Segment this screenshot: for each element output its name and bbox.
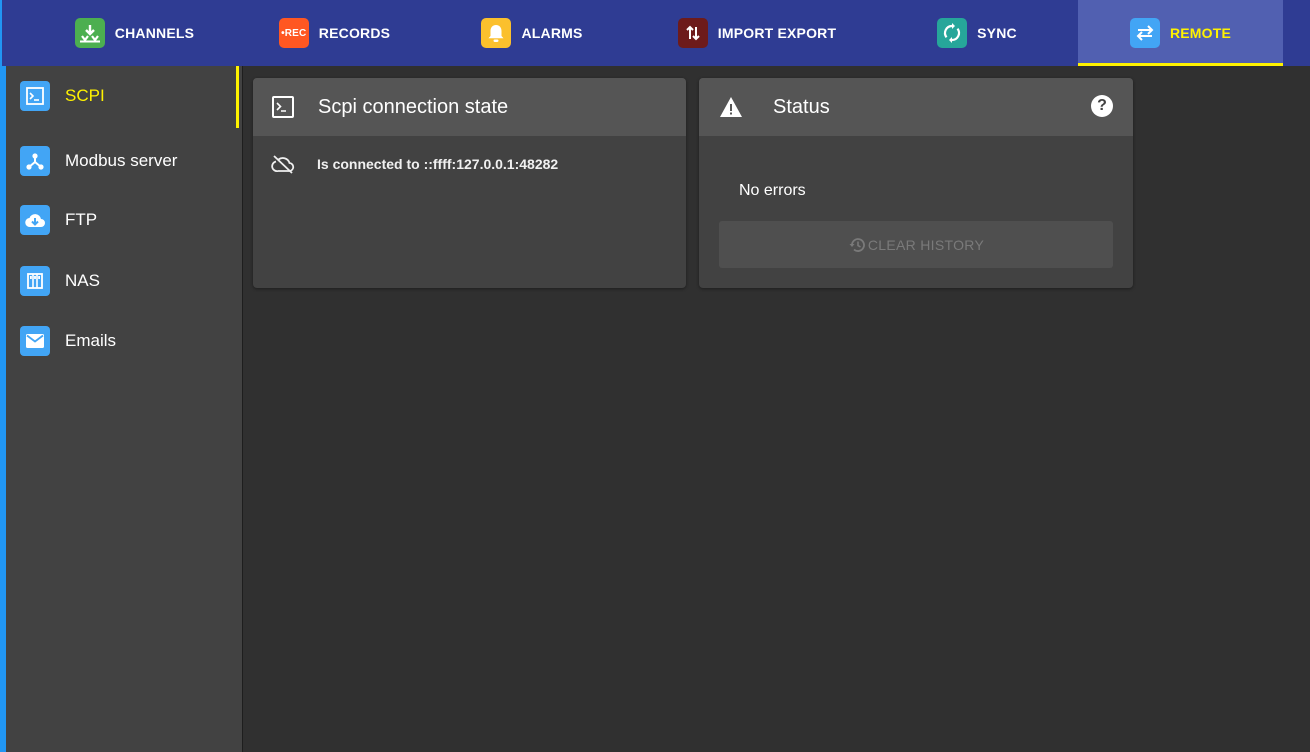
card-title: Status — [773, 95, 830, 118]
sidebar-item-label: SCPI — [65, 86, 105, 105]
sidebar-item-modbus-server[interactable]: Modbus server — [20, 139, 230, 183]
channels-icon — [74, 18, 105, 48]
nas-icon — [20, 266, 50, 296]
cloud-download-icon — [20, 205, 50, 235]
tab-alarms[interactable]: ALARMS — [432, 0, 632, 66]
cloud-off-icon — [271, 154, 295, 174]
clear-history-label: CLEAR HISTORY — [867, 236, 985, 253]
mail-icon — [20, 326, 50, 356]
card-title: Scpi connection state — [318, 95, 509, 118]
tab-channels[interactable]: CHANNELS — [32, 0, 237, 66]
sidebar: SCPI Modbus server FTP NAS Emails — [0, 66, 243, 752]
sidebar-item-label: Modbus server — [65, 151, 178, 170]
history-icon — [848, 236, 866, 254]
tab-label: SYNC — [977, 25, 1017, 41]
tab-label: REMOTE — [1169, 25, 1232, 41]
tab-label: ALARMS — [521, 25, 583, 41]
remote-arrows-icon — [1129, 18, 1160, 48]
active-indicator — [236, 66, 239, 128]
help-icon[interactable]: ? — [1091, 95, 1113, 117]
sidebar-item-label: Emails — [65, 331, 117, 350]
scpi-connection-card: Scpi connection state Is connected to ::… — [253, 78, 686, 288]
clear-history-button[interactable]: CLEAR HISTORY — [719, 221, 1113, 268]
bell-icon — [481, 18, 512, 48]
tab-label: IMPORT EXPORT — [717, 25, 837, 41]
sidebar-item-scpi[interactable]: SCPI — [20, 74, 230, 118]
network-icon — [20, 146, 50, 176]
connection-status: Is connected to ::ffff:127.0.0.1:48282 — [271, 154, 558, 174]
tab-label: CHANNELS — [114, 25, 195, 41]
sidebar-item-nas[interactable]: NAS — [20, 259, 230, 303]
tab-label: RECORDS — [318, 25, 391, 41]
sync-icon — [937, 18, 968, 48]
terminal-icon — [272, 96, 294, 118]
terminal-icon — [20, 81, 50, 111]
tab-remote[interactable]: REMOTE — [1078, 0, 1283, 66]
tab-sync[interactable]: SYNC — [902, 0, 1052, 66]
sidebar-item-label: FTP — [65, 210, 98, 229]
rec-icon: •REC — [278, 18, 309, 48]
sidebar-item-ftp[interactable]: FTP — [20, 198, 230, 242]
card-header: Scpi connection state — [253, 78, 686, 136]
tab-records[interactable]: •REC RECORDS — [237, 0, 432, 66]
card-header: Status ? — [699, 78, 1133, 136]
sidebar-item-emails[interactable]: Emails — [20, 319, 230, 363]
connection-text: Is connected to ::ffff:127.0.0.1:48282 — [317, 156, 559, 172]
top-navigation: CHANNELS •REC RECORDS ALARMS IMPORT EXPO… — [0, 0, 1310, 66]
warning-icon — [719, 96, 743, 118]
import-export-icon — [677, 18, 708, 48]
status-card: Status ? No errors CLEAR HISTORY — [699, 78, 1133, 288]
sidebar-item-label: NAS — [65, 271, 100, 290]
status-message: No errors — [739, 182, 806, 199]
tab-import-export[interactable]: IMPORT EXPORT — [642, 0, 872, 66]
